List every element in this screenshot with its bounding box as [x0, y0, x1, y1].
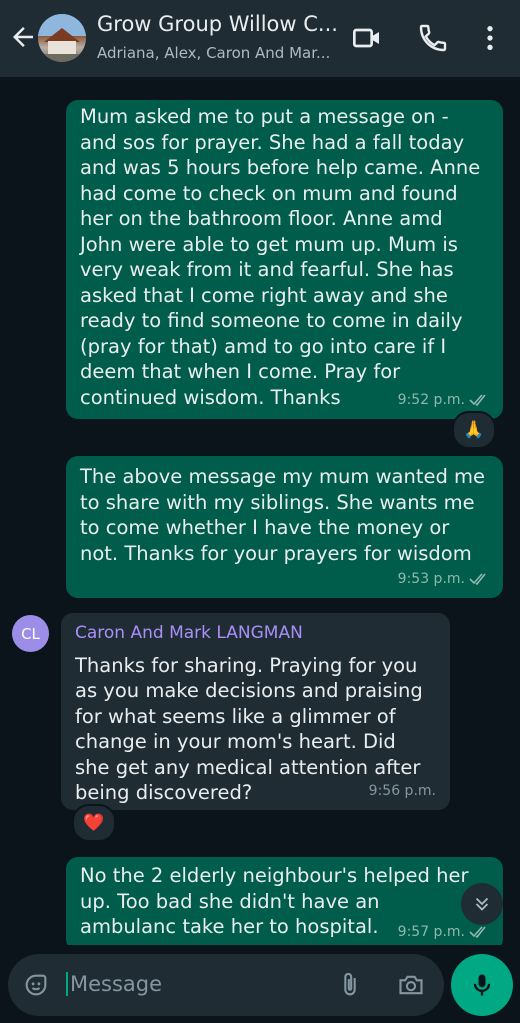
attach-icon[interactable] — [336, 970, 364, 1000]
chat-header: Grow Group Willow C... Adriana, Alex, Ca… — [0, 0, 520, 77]
message-meta: 9:53 p.m. — [398, 567, 489, 593]
message-list[interactable]: Mum asked me to put a message on - and s… — [0, 77, 520, 945]
message-bubble[interactable]: Caron And Mark LANGMAN Thanks for sharin… — [61, 613, 450, 810]
reaction-heart[interactable]: ❤️ — [72, 804, 116, 842]
read-receipt-icon — [469, 573, 486, 586]
sender-name[interactable]: Caron And Mark LANGMAN — [75, 621, 436, 647]
message-time: 9:57 p.m. — [397, 923, 465, 940]
message-bubble[interactable]: No the 2 elderly neighbour's helped her … — [66, 857, 503, 945]
group-avatar[interactable] — [38, 14, 86, 62]
message-composer[interactable]: Message — [8, 954, 444, 1016]
message-text: The above message my mum wanted me to sh… — [80, 465, 486, 565]
message-bubble[interactable]: Mum asked me to put a message on - and s… — [66, 100, 503, 419]
microphone-icon — [473, 974, 491, 996]
read-receipt-icon — [469, 394, 486, 407]
sticker-icon[interactable] — [22, 971, 50, 999]
message-bubble[interactable]: The above message my mum wanted me to sh… — [66, 456, 503, 598]
voice-message-button[interactable] — [451, 954, 513, 1016]
group-title[interactable]: Grow Group Willow C... — [97, 12, 337, 36]
back-arrow-icon[interactable] — [8, 22, 38, 52]
message-time: 9:53 p.m. — [397, 570, 465, 587]
more-options-icon[interactable] — [474, 22, 506, 54]
reaction-emoji: ❤️ — [83, 813, 105, 833]
message-input[interactable]: Message — [66, 972, 162, 996]
sender-avatar[interactable]: CL — [12, 615, 49, 652]
group-members[interactable]: Adriana, Alex, Caron And Mar... — [97, 44, 337, 62]
message-time: 9:52 p.m. — [397, 391, 465, 408]
video-call-icon[interactable] — [351, 22, 383, 54]
reaction-pray[interactable]: 🙏 — [452, 411, 496, 449]
message-meta: 9:52 p.m. — [398, 388, 489, 414]
reaction-emoji: 🙏 — [463, 420, 485, 440]
message-time: 9:56 p.m. — [368, 782, 436, 799]
double-chevron-down-icon — [475, 897, 489, 911]
read-receipt-icon — [469, 926, 486, 939]
camera-icon[interactable] — [396, 971, 426, 999]
message-text: Mum asked me to put a message on - and s… — [80, 105, 481, 409]
voice-call-icon[interactable] — [417, 22, 449, 54]
group-photo-icon — [38, 14, 86, 62]
scroll-to-bottom-button[interactable] — [461, 883, 503, 925]
message-meta: 9:56 p.m. — [369, 779, 436, 805]
